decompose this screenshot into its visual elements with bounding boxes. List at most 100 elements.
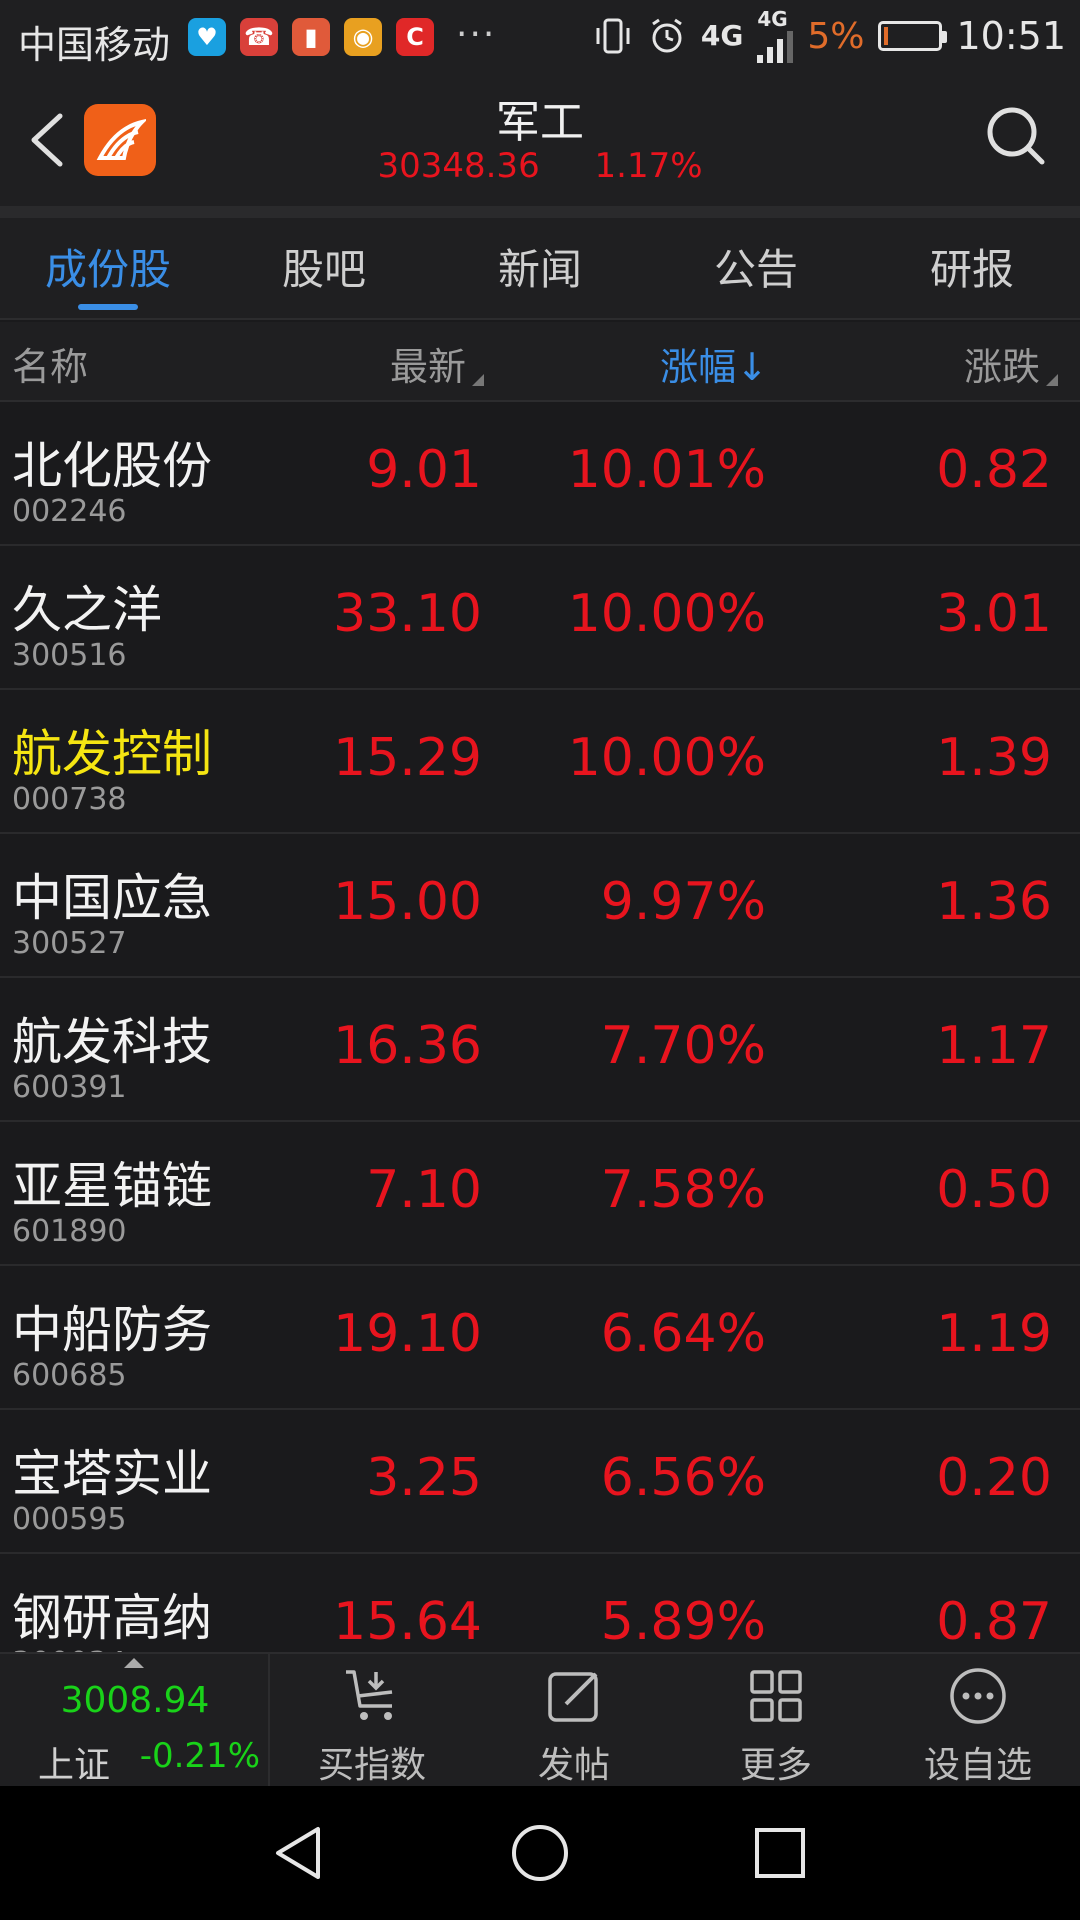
stock-name: 宝塔实业	[12, 1445, 212, 1503]
stock-change-pct: 10.00%	[567, 584, 766, 644]
network-type: 4G	[700, 19, 744, 52]
stock-row[interactable]: 钢研高纳 300034 15.64 5.89% 0.87	[0, 1554, 1080, 1652]
nav-recents-icon[interactable]	[750, 1823, 810, 1883]
add-watchlist-label: 设自选	[923, 1745, 1032, 1786]
stock-row[interactable]: 航发控制 000738 15.29 10.00% 1.39	[0, 690, 1080, 834]
market-index-name: 上证	[38, 1745, 111, 1786]
col-latest[interactable]: 最新	[390, 336, 484, 391]
stock-row[interactable]: 宝塔实业 000595 3.25 6.56% 0.20	[0, 1410, 1080, 1554]
stock-change-pct: 7.70%	[600, 1016, 766, 1076]
market-index-change: -0.21%	[139, 1736, 260, 1776]
col-change[interactable]: 涨跌	[964, 336, 1058, 391]
bottom-toolbar: 3008.94 上证 -0.21% 买指数 发帖 更多 设自选	[0, 1652, 1080, 1788]
page-title: 军工	[496, 97, 584, 148]
stock-latest: 15.29	[333, 728, 482, 788]
grid-icon	[750, 1670, 802, 1722]
stock-row[interactable]: 北化股份 002246 9.01 10.01% 0.82	[0, 402, 1080, 546]
missed-call-icon: ☎	[240, 18, 278, 56]
add-watchlist-button[interactable]: 设自选	[878, 1654, 1078, 1788]
stock-latest: 15.00	[333, 872, 482, 932]
sort-indicator-icon	[472, 374, 484, 386]
stock-change: 0.20	[936, 1448, 1052, 1508]
tab-announcements[interactable]: 公告	[648, 218, 864, 318]
more-button[interactable]: 更多	[676, 1654, 876, 1788]
market-index-widget[interactable]: 3008.94 上证 -0.21%	[0, 1654, 270, 1788]
battery-percent: 5%	[807, 15, 865, 57]
stock-code: 600391	[12, 1070, 127, 1105]
tab-research[interactable]: 研报	[864, 218, 1080, 318]
health-icon: ♥	[188, 18, 226, 56]
signal-icon	[757, 29, 794, 63]
stock-name: 航发科技	[12, 1013, 212, 1071]
expand-caret-icon	[124, 1658, 144, 1668]
notification-icons: ♥ ☎ ▮ ◉ C	[188, 18, 434, 56]
search-icon[interactable]	[982, 102, 1050, 170]
stock-row[interactable]: 中船防务 600685 19.10 6.64% 1.19	[0, 1266, 1080, 1410]
clock: 10:51	[956, 14, 1066, 58]
stock-name: 北化股份	[12, 437, 212, 495]
col-latest-label: 最新	[389, 345, 466, 389]
status-bar: 中国移动 ♥ ☎ ▮ ◉ C ··· 4G 4G 5% 10:51	[0, 0, 1080, 72]
stock-change-pct: 10.00%	[567, 728, 766, 788]
nav-back-icon[interactable]	[270, 1823, 330, 1883]
stock-change-pct: 6.56%	[600, 1448, 766, 1508]
sort-indicator-icon	[1046, 374, 1058, 386]
stock-change: 0.87	[936, 1592, 1052, 1652]
stock-change-pct: 7.58%	[600, 1160, 766, 1220]
stock-code: 000738	[12, 782, 127, 817]
stock-row[interactable]: 航发科技 600391 16.36 7.70% 1.17	[0, 978, 1080, 1122]
app-header: 军工 30348.36 1.17%	[0, 72, 1080, 206]
tab-constituents[interactable]: 成份股	[0, 218, 216, 318]
column-header: 名称 最新 涨幅↓ 涨跌	[0, 322, 1080, 402]
stock-name: 久之洋	[12, 581, 162, 639]
stock-change: 1.39	[936, 728, 1052, 788]
stock-change: 1.36	[936, 872, 1052, 932]
alarm-icon	[652, 18, 682, 53]
stock-name: 中国应急	[12, 869, 212, 927]
post-button[interactable]: 发帖	[474, 1654, 674, 1788]
post-label: 发帖	[537, 1745, 610, 1786]
buy-index-button[interactable]: 买指数	[272, 1654, 472, 1788]
stock-row[interactable]: 亚星锚链 601890 7.10 7.58% 0.50	[0, 1122, 1080, 1266]
stock-latest: 9.01	[366, 440, 482, 500]
system-nav-bar	[0, 1786, 1080, 1920]
battery-icon	[878, 21, 948, 51]
index-value: 30348.36	[377, 146, 540, 186]
stock-latest: 33.10	[333, 584, 482, 644]
market-index-value: 3008.94	[60, 1680, 210, 1721]
stock-row[interactable]: 久之洋 300516 33.10 10.00% 3.01	[0, 546, 1080, 690]
nav-home-icon[interactable]	[510, 1823, 570, 1883]
stock-code: 000595	[12, 1502, 127, 1537]
stock-row[interactable]: 中国应急 300527 15.00 9.97% 1.36	[0, 834, 1080, 978]
stock-change-pct: 10.01%	[567, 440, 766, 500]
stock-code: 600685	[12, 1358, 127, 1393]
index-summary: 30348.36 1.17%	[0, 146, 1080, 186]
stock-latest: 3.25	[366, 1448, 482, 1508]
tab-news[interactable]: 新闻	[432, 218, 648, 318]
stock-code: 300527	[12, 926, 127, 961]
compose-icon	[548, 1672, 598, 1722]
col-change-pct[interactable]: 涨幅↓	[660, 336, 768, 391]
tab-forum[interactable]: 股吧	[216, 218, 432, 318]
carrier-label: 中国移动	[18, 23, 171, 67]
stock-change-pct: 9.97%	[600, 872, 766, 932]
network-type-2: 4G	[757, 7, 788, 31]
stock-code: 300516	[12, 638, 127, 673]
stock-name: 亚星锚链	[12, 1157, 212, 1215]
stock-change-pct: 6.64%	[600, 1304, 766, 1364]
index-change: 1.17%	[594, 146, 703, 186]
more-circle-icon	[950, 1668, 1006, 1724]
stock-latest: 16.36	[333, 1016, 482, 1076]
clipboard-icon: ▮	[292, 18, 330, 56]
stock-change: 0.50	[936, 1160, 1052, 1220]
buy-index-label: 买指数	[317, 1745, 426, 1786]
stock-list: 北化股份 002246 9.01 10.01% 0.82 久之洋 300516 …	[0, 402, 1080, 1652]
tab-bar: 成份股 股吧 新闻 公告 研报	[0, 218, 1080, 320]
weibo-icon: ◉	[344, 18, 382, 56]
stock-change: 3.01	[936, 584, 1052, 644]
stock-change-pct: 5.89%	[600, 1592, 766, 1652]
overflow-notifications: ···	[456, 14, 497, 55]
stock-latest: 19.10	[333, 1304, 482, 1364]
stock-name: 中船防务	[12, 1301, 212, 1359]
vibrate-icon	[596, 18, 630, 54]
